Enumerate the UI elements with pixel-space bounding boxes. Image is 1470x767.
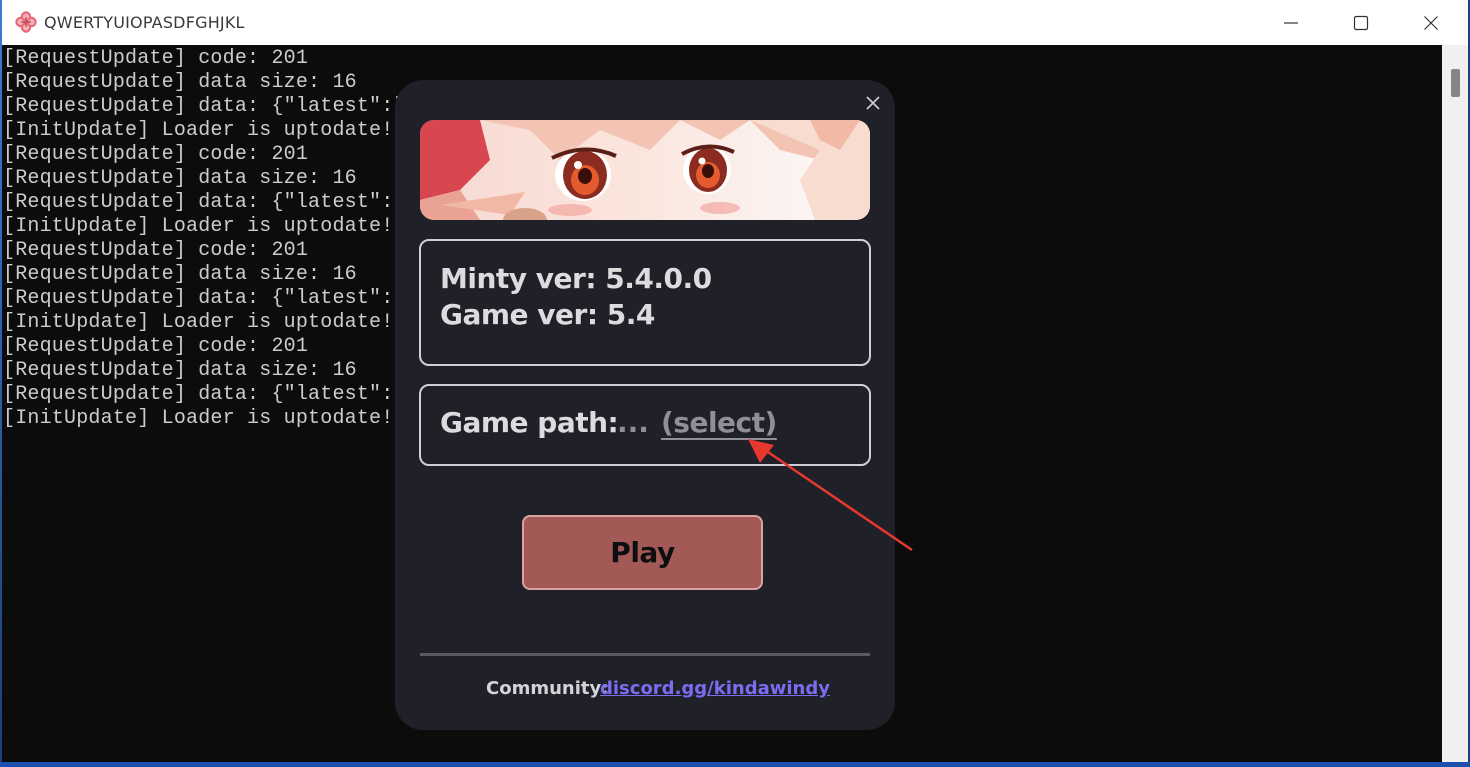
dialog-divider [420, 653, 870, 656]
dialog-close-icon[interactable] [863, 93, 883, 113]
desktop-taskbar-edge [0, 762, 1470, 767]
app-flower-icon [15, 11, 37, 33]
console-line: [RequestUpdate] code: 201 [3, 335, 309, 358]
console-line: [RequestUpdate] data size: 16 [3, 167, 357, 190]
console-line: [RequestUpdate] data: {"latest":" [3, 191, 406, 214]
console-line: [RequestUpdate] code: 201 [3, 47, 309, 70]
console-line: [InitUpdate] Loader is uptodate! [3, 215, 394, 238]
console-line: [RequestUpdate] data: {"latest":" [3, 95, 406, 118]
game-path-value: ... [617, 406, 649, 439]
maximize-button[interactable] [1326, 0, 1396, 45]
maximize-icon [1353, 15, 1369, 31]
close-window-button[interactable] [1396, 0, 1466, 45]
annotation-arrow-icon [748, 439, 913, 552]
console-line: [InitUpdate] Loader is uptodate! [3, 311, 394, 334]
console-line: [RequestUpdate] data size: 16 [3, 263, 357, 286]
console-line: [InitUpdate] Loader is uptodate! [3, 119, 394, 142]
console-line: [RequestUpdate] code: 201 [3, 143, 309, 166]
console-line: [RequestUpdate] data: {"latest":" [3, 383, 406, 406]
window-titlebar[interactable]: QWERTYUIOPASDFGHJKL [2, 0, 1468, 46]
discord-link[interactable]: discord.gg/kindawindy [600, 678, 830, 699]
community-label: Community: [486, 678, 609, 699]
close-icon [1424, 16, 1438, 30]
console-line: [RequestUpdate] data size: 16 [3, 359, 357, 382]
minty-version: Minty ver: 5.4.0.0 [440, 262, 712, 295]
minimize-button[interactable] [1256, 0, 1326, 45]
window-title: QWERTYUIOPASDFGHJKL [44, 13, 245, 32]
vertical-scrollbar[interactable] [1442, 45, 1468, 762]
console-line: [RequestUpdate] data: {"latest":" [3, 287, 406, 310]
console-line: [RequestUpdate] data size: 16 [3, 71, 357, 94]
game-version: Game ver: 5.4 [440, 298, 655, 331]
console-line: [InitUpdate] Loader is uptodate! [3, 407, 394, 430]
play-button[interactable]: Play [522, 515, 763, 590]
scrollbar-thumb[interactable] [1451, 69, 1460, 97]
anime-banner-image [420, 120, 870, 220]
game-path-label: Game path: [440, 406, 619, 439]
minimize-icon [1284, 22, 1298, 24]
console-line: [RequestUpdate] code: 201 [3, 239, 309, 262]
